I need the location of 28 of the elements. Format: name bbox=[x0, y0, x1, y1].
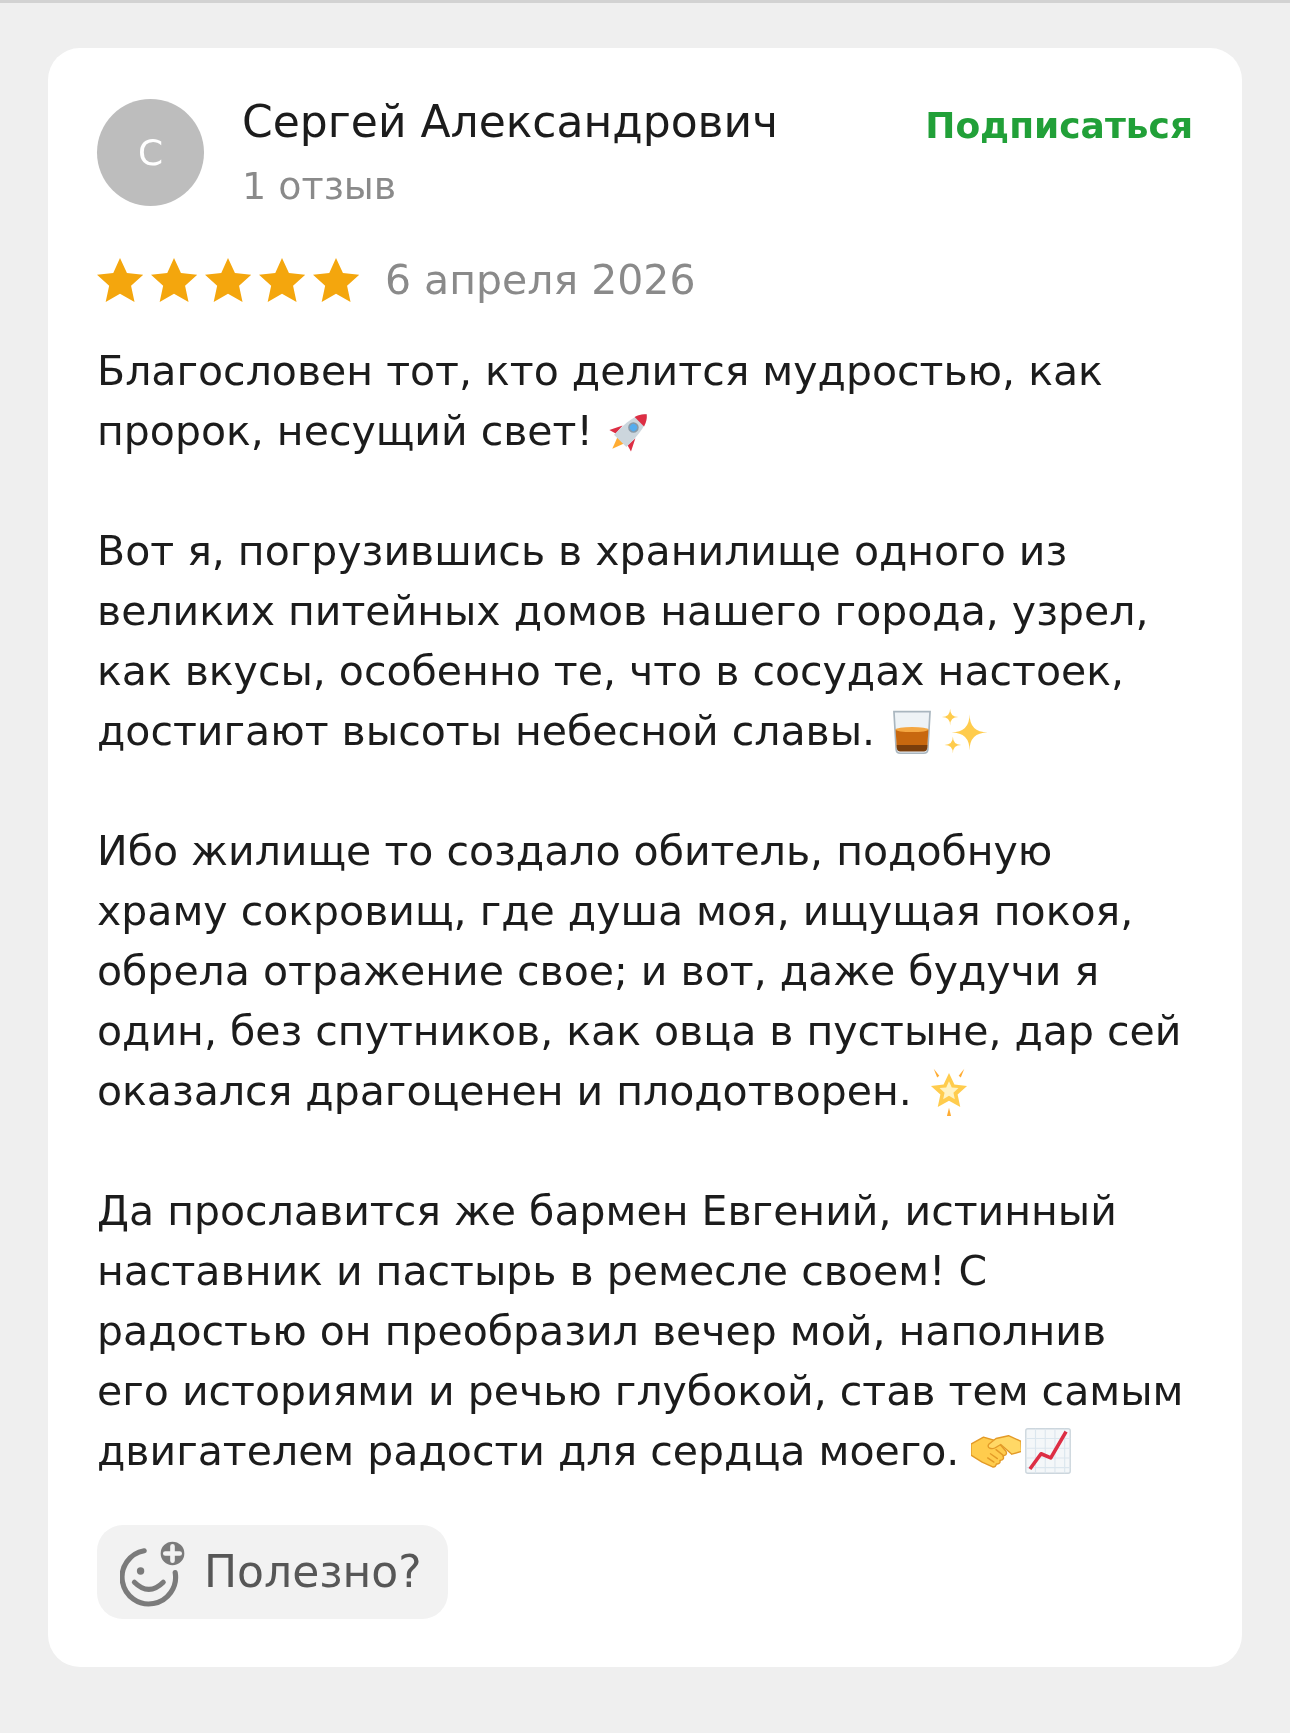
review-text-line: пророк, несущий свет! bbox=[97, 406, 593, 457]
review-text-line: великих питейных домов нашего города, узрел, bbox=[97, 586, 1149, 637]
review-count: 1 отзыв bbox=[242, 163, 398, 210]
avatar: С bbox=[97, 99, 204, 206]
review-text-line: двигателем радости для сердца моего. bbox=[97, 1426, 960, 1477]
review-text-line: оказался драгоценен и плодотворен. bbox=[97, 1066, 912, 1117]
star-icon bbox=[151, 258, 197, 302]
subscribe-link[interactable]: Подписаться bbox=[925, 99, 1193, 153]
review-text-line: как вкусы, особенно те, что в сосудах настоек, bbox=[97, 646, 1125, 697]
chart-increasing-icon bbox=[1023, 1426, 1074, 1476]
review-text-line: радостью он преобразил вечер мой, наполнив bbox=[97, 1306, 1107, 1357]
review-text-line: один, без спутников, как овца в пустыне, дар сей bbox=[97, 1006, 1182, 1057]
review-text-line: обрела отражение свое; и вот, даже будучи я bbox=[97, 946, 1100, 997]
review-text-line: его историями и речью глубокой, став тем самым bbox=[97, 1366, 1184, 1417]
review-text-line: храму сокровищ, где душа моя, ищущая покоя, bbox=[97, 886, 1134, 937]
star-icon bbox=[205, 258, 251, 302]
review-text-line: наставник и пастырь в ремесле своем! С bbox=[97, 1246, 988, 1297]
reviewer-name: Сергей Александрович bbox=[242, 95, 780, 149]
review-text-line: Вот я, погрузившись в хранилище одного из bbox=[97, 526, 1068, 577]
star-icon bbox=[313, 258, 359, 302]
star-icon bbox=[259, 258, 305, 302]
review-date: 6 апреля 2026 bbox=[385, 255, 696, 305]
helpful-button[interactable]: Полезно? bbox=[97, 1525, 448, 1619]
review-text-line: Благословен тот, кто делится мудростью, как bbox=[97, 346, 1103, 397]
star-icon bbox=[97, 258, 143, 302]
review-text-line: Ибо жилище то создало обитель, подобную bbox=[97, 826, 1053, 877]
review-text-line: Да прославится же бармен Евгений, истинный bbox=[97, 1186, 1117, 1237]
review-text-line: достигают высоты небесной славы. bbox=[97, 706, 876, 757]
